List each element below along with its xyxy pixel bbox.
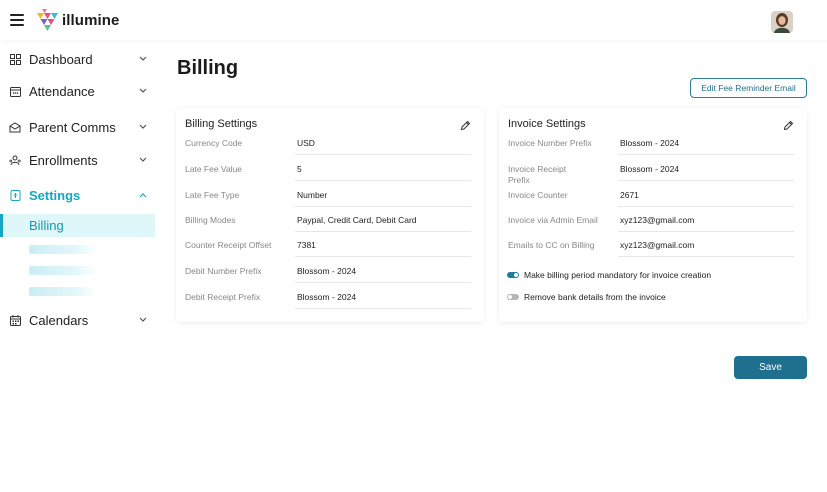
chevron-down-icon	[139, 156, 147, 164]
billing-row-label: Debit Receipt Prefix	[185, 292, 261, 302]
row-divider	[295, 154, 471, 155]
edit-pencil-icon[interactable]	[460, 118, 471, 131]
billing-row-value: Blossom - 2024	[297, 266, 357, 276]
row-divider	[618, 154, 794, 155]
sidebar-subitem-placeholder[interactable]	[29, 266, 97, 275]
enrollments-icon	[9, 154, 21, 166]
row-divider	[618, 180, 794, 181]
invoice-row-value: xyz123@gmail.com	[620, 215, 695, 225]
row-divider	[295, 206, 471, 207]
user-avatar[interactable]	[771, 11, 793, 33]
invoice-row-value: Blossom - 2024	[620, 164, 680, 174]
row-divider	[618, 206, 794, 207]
sidebar-subitem-placeholder[interactable]	[29, 245, 97, 254]
attendance-icon	[9, 85, 21, 97]
billing-row-value: Blossom - 2024	[297, 292, 357, 302]
sidebar-item-label: Attendance	[29, 83, 95, 99]
row-divider	[295, 180, 471, 181]
sidebar-item-dashboard[interactable]: Dashboard	[0, 46, 156, 72]
remove-bank-details-toggle[interactable]	[507, 294, 519, 300]
sidebar-item-label: Calendars	[29, 312, 89, 328]
billing-settings-card: Billing Settings Currency Code USD Late …	[176, 108, 484, 322]
billing-period-mandatory-toggle[interactable]	[507, 272, 519, 278]
billing-row-value: 7381	[297, 240, 316, 250]
invoice-row-value: 2671	[620, 190, 639, 200]
row-divider	[295, 308, 471, 309]
top-bar: illumine	[0, 0, 827, 40]
sidebar-subitem-placeholder[interactable]	[29, 287, 97, 296]
invoice-row-label: Invoice via Admin Email	[508, 215, 598, 225]
billing-row-value: USD	[297, 138, 315, 148]
sidebar-item-label: Parent Comms	[29, 119, 116, 135]
invoice-row-label: Invoice Receipt	[508, 164, 567, 174]
chevron-down-icon	[139, 87, 147, 95]
sidebar: Dashboard Attendance Parent Comms Enroll…	[0, 40, 156, 492]
sidebar-item-settings[interactable]: Settings	[0, 182, 156, 208]
row-divider	[295, 256, 471, 257]
save-button[interactable]: Save	[734, 356, 807, 379]
chevron-down-icon	[139, 316, 147, 324]
chevron-down-icon	[139, 55, 147, 63]
edit-fee-reminder-email-button[interactable]: Edit Fee Reminder Email	[690, 78, 807, 98]
billing-row-value: 5	[297, 164, 302, 174]
hamburger-menu-icon[interactable]	[10, 14, 24, 26]
invoice-settings-card: Invoice Settings Invoice Number Prefix B…	[499, 108, 807, 322]
illumine-logo-icon	[37, 9, 58, 31]
invoice-row-label: Emails to CC on Billing	[508, 240, 595, 250]
toggle-label: Remove bank details from the invoice	[524, 292, 666, 302]
toggle-row-bank-details: Remove bank details from the invoice	[507, 292, 666, 302]
row-divider	[618, 231, 794, 232]
billing-row-label: Billing Modes	[185, 215, 236, 225]
dashboard-icon	[9, 53, 21, 65]
sidebar-subitem-billing[interactable]: Billing	[0, 214, 155, 237]
invoice-row-value: xyz123@gmail.com	[620, 240, 695, 250]
invoice-row-value: Blossom - 2024	[620, 138, 680, 148]
calendar-icon	[9, 314, 21, 326]
billing-row-value: Paypal, Credit Card, Debit Card	[297, 215, 417, 225]
page-title: Billing	[177, 57, 239, 79]
chevron-down-icon	[139, 123, 147, 131]
sidebar-item-parent-comms[interactable]: Parent Comms	[0, 114, 156, 140]
card-title: Invoice Settings	[508, 118, 586, 130]
brand-name: illumine	[62, 11, 120, 29]
billing-row-label: Late Fee Type	[185, 190, 240, 200]
settings-icon	[9, 189, 21, 201]
billing-row-value: Number	[297, 190, 328, 200]
invoice-row-label: Invoice Number Prefix	[508, 138, 592, 148]
sidebar-item-calendars[interactable]: Calendars	[0, 307, 156, 333]
sidebar-item-label: Settings	[29, 187, 81, 203]
row-divider	[295, 282, 471, 283]
parent-comms-icon	[9, 121, 21, 133]
invoice-row-label: Invoice Counter	[508, 190, 568, 200]
billing-row-label: Currency Code	[185, 138, 243, 148]
row-divider	[618, 256, 794, 257]
sidebar-item-attendance[interactable]: Attendance	[0, 78, 156, 104]
chevron-up-icon	[139, 191, 147, 199]
toggle-row-billing-period: Make billing period mandatory for invoic…	[507, 270, 711, 280]
billing-row-label: Counter Receipt Offset	[185, 240, 272, 250]
sidebar-subitem-label: Billing	[29, 218, 64, 233]
sidebar-item-label: Enrollments	[29, 152, 98, 168]
billing-row-label: Late Fee Value	[185, 164, 243, 174]
invoice-row-label-line2: Prefix	[508, 175, 530, 185]
billing-row-label: Debit Number Prefix	[185, 266, 262, 276]
row-divider	[295, 231, 471, 232]
toggle-label: Make billing period mandatory for invoic…	[524, 270, 712, 280]
edit-pencil-icon[interactable]	[783, 118, 794, 131]
sidebar-item-enrollments[interactable]: Enrollments	[0, 147, 156, 173]
sidebar-item-label: Dashboard	[29, 51, 93, 67]
brand-logo[interactable]: illumine	[34, 7, 119, 33]
card-title: Billing Settings	[185, 118, 258, 130]
